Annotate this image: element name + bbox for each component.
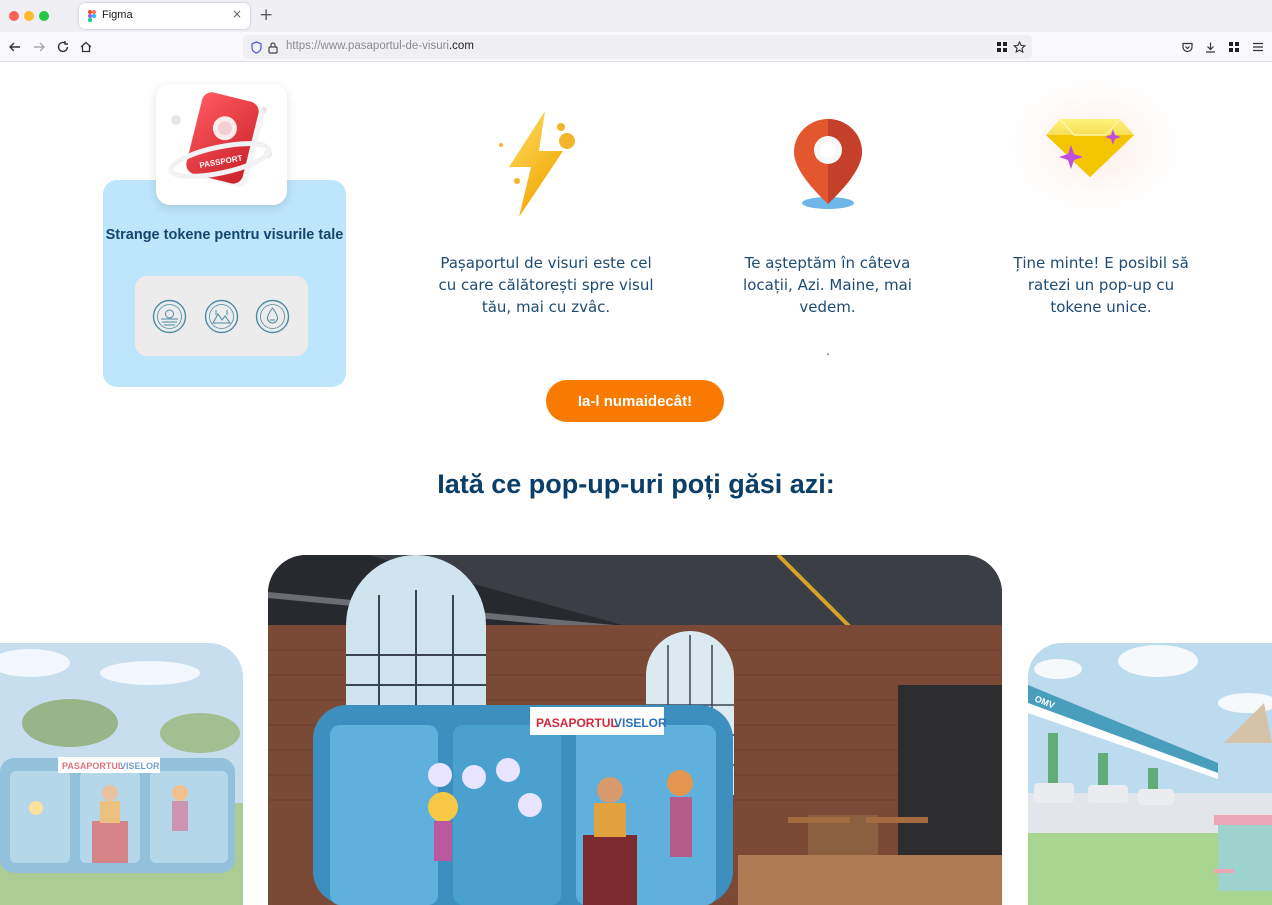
tokens-card-title: Strange tokene pentru visurile tale (105, 227, 344, 243)
url-text[interactable]: https://www.pasaportul-de-visuri.com (286, 40, 474, 52)
back-arrow-icon[interactable] (7, 39, 23, 55)
popup-photo-hall[interactable]: PASAPORTUL VISELOR (268, 555, 1002, 905)
extensions-grid-icon[interactable] (994, 39, 1010, 55)
feature-text-passport: Pașaportul de visuri este cel cu care că… (438, 254, 654, 316)
popup-photo-park[interactable]: PASAPORTUL VISELOR (0, 643, 243, 905)
seal-mountain-icon (204, 299, 239, 334)
pocket-icon[interactable] (1179, 39, 1195, 55)
seal-drop-icon (255, 299, 290, 334)
lock-icon[interactable] (265, 39, 281, 55)
passport-icon: PASSPORT (168, 92, 272, 187)
passport-image-box: PASSPORT (156, 84, 287, 205)
token-seals-box (135, 276, 308, 356)
apps-grid-icon[interactable] (1226, 39, 1242, 55)
home-icon[interactable] (78, 39, 94, 55)
diamond-icon (987, 71, 1203, 235)
popups-section-title: Iată ce pop-up-uri poți găsi azi: (437, 469, 835, 499)
browser-nav-bar: https://www.pasaportul-de-visuri.com (0, 32, 1272, 62)
browser-tab-active[interactable]: Figma × (79, 3, 250, 29)
figma-logo-icon (88, 10, 96, 22)
feature-text-reminder: Ține minte! E posibil să ratezi un pop-u… (1013, 254, 1189, 316)
feature-text-locations: Te așteptăm în câteva locații, Azi. Main… (743, 254, 912, 316)
browser-tab-bar: Figma × + (0, 0, 1272, 32)
seal-sun-icon (152, 299, 187, 334)
tab-close-icon[interactable]: × (232, 7, 242, 21)
svg-text:VISELOR: VISELOR (614, 716, 667, 730)
location-pin-icon (794, 119, 862, 209)
hamburger-menu-icon[interactable] (1250, 39, 1266, 55)
popup-photo-station[interactable]: OMV (1028, 643, 1272, 905)
address-bar[interactable]: https://www.pasaportul-de-visuri.com (243, 35, 1032, 59)
tab-title: Figma (102, 9, 133, 21)
forward-arrow-icon[interactable] (31, 39, 47, 55)
svg-text:VISELOR: VISELOR (120, 761, 160, 771)
lightning-icon (499, 111, 575, 217)
svg-text:PASAPORTUL: PASAPORTUL (62, 761, 124, 771)
window-maximize-button[interactable] (39, 11, 49, 21)
window-close-button[interactable] (9, 11, 19, 21)
window-minimize-button[interactable] (24, 11, 34, 21)
bookmark-star-icon[interactable] (1011, 39, 1027, 55)
svg-text:PASAPORTUL: PASAPORTUL (536, 716, 618, 730)
web-page: PASSPORT Strange tokene pentru visurile … (0, 63, 1272, 905)
decorative-dot: . (826, 344, 830, 358)
new-tab-button[interactable]: + (259, 5, 273, 25)
downloads-icon[interactable] (1202, 39, 1218, 55)
tracking-shield-icon[interactable] (248, 39, 264, 55)
get-passport-button[interactable]: Ia-l numaidecât! (546, 380, 724, 422)
reload-icon[interactable] (55, 39, 71, 55)
